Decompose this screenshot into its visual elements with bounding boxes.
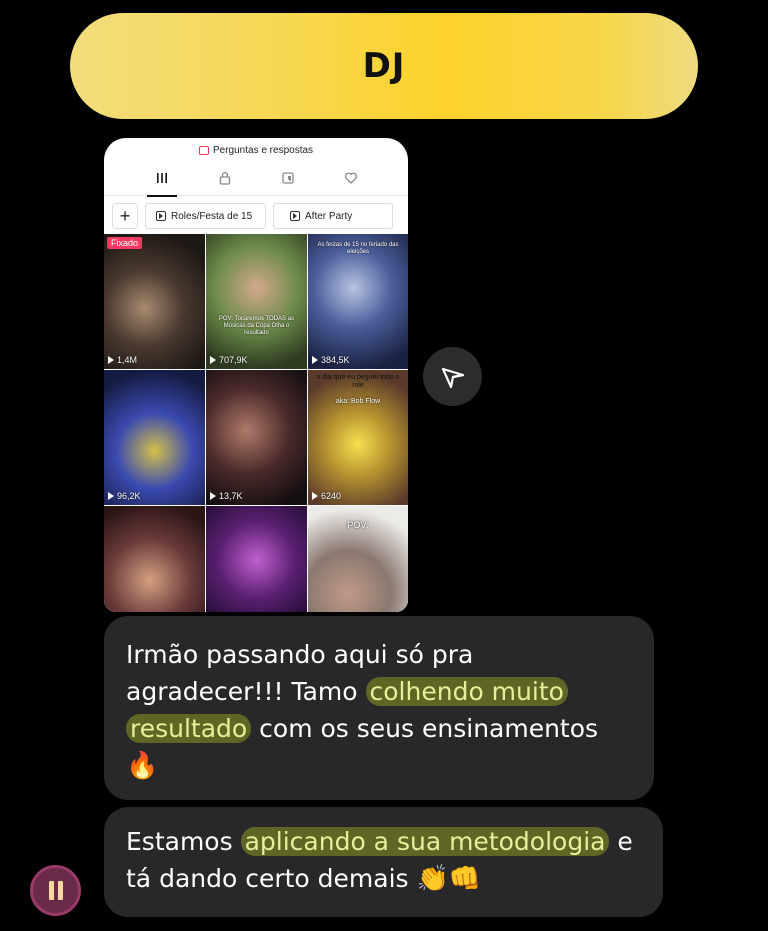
message-bubble[interactable]: Estamos aplicando a sua metodologia e tá… [104,807,663,917]
video-tile[interactable]: POV: Tocaremos TODAS as Músicas da Copa … [206,234,307,369]
playlist-row: + Roles/Festa de 15 After Party [104,196,408,236]
video-tile[interactable]: Fixado 1,4M [104,234,205,369]
video-tile[interactable]: 13,7K [206,370,307,505]
liked-heart-icon [344,172,357,184]
video-tile[interactable] [104,506,205,612]
tab-saved[interactable] [263,160,313,196]
highlighted-text: aplicando a sua metodologia [240,827,610,856]
play-icon [210,356,216,364]
grid-icon [156,172,167,183]
qa-label: Perguntas e respostas [212,144,314,156]
view-count: 1,4M [108,355,137,365]
playlist-label: Roles/Festa de 15 [171,210,253,222]
pause-icon [57,881,63,900]
message-bubble[interactable]: Irmão passando aqui só pra agradecer!!! … [104,616,654,800]
fire-emoji: 🔥 [126,751,159,781]
pause-icon [48,881,54,900]
view-count: 6240 [312,491,341,501]
highlighted-text: colhendo muito [365,677,568,706]
title-text: DJ [362,46,406,86]
profile-tabs [104,160,408,197]
view-count: 96,2K [108,491,141,501]
play-icon [312,356,318,364]
video-caption: As festas de 15 no feriado das eleições [317,242,399,255]
tab-liked[interactable] [326,160,376,196]
video-caption: POV: Tocaremos TODAS as Músicas da Copa … [218,316,295,336]
view-count: 707,9K [210,355,248,365]
play-icon [210,492,216,500]
video-caption: o dia que eu peguei todo o role [316,374,400,389]
play-icon [312,492,318,500]
pause-button[interactable] [30,865,81,916]
playlist-label: After Party [305,210,353,222]
qa-icon [198,145,209,155]
view-count: 384,5K [312,355,350,365]
add-playlist-button[interactable]: + [112,203,138,229]
view-count: 13,7K [210,491,243,501]
qa-row[interactable]: Perguntas e respostas [104,140,408,160]
video-tile[interactable] [206,506,307,612]
tab-private[interactable] [200,160,250,196]
playlist-chip[interactable]: After Party [273,203,393,229]
message-text: com os seus ensinamentos [251,714,599,743]
play-icon [108,492,114,500]
tab-videos[interactable] [137,160,187,197]
sticker-text: aka: Bob Flow [335,398,381,405]
playlist-icon [156,211,166,221]
video-caption: POV: [347,520,369,530]
clap-fist-emoji: 👏👊 [416,864,482,894]
play-icon [108,356,114,364]
profile-screenshot[interactable]: Perguntas e respostas + Roles/Festa de 1… [104,138,408,612]
title-banner: DJ [70,13,698,119]
video-tile[interactable]: o dia que eu peguei todo o role aka: Bob… [308,370,408,505]
playlist-icon [290,211,300,221]
playlist-chip[interactable]: Roles/Festa de 15 [145,203,266,229]
send-icon [441,367,464,388]
message-text: Estamos [126,827,241,856]
video-tile[interactable]: As festas de 15 no feriado das eleições … [308,234,408,369]
share-button[interactable] [423,347,482,406]
video-tile[interactable]: POV: [308,506,408,612]
bookmark-icon [281,171,294,184]
video-tile[interactable]: 96,2K [104,370,205,505]
pinned-badge: Fixado [107,237,143,249]
lock-icon [219,171,230,185]
video-grid: Fixado 1,4M POV: Tocaremos TODAS as Músi… [104,234,408,612]
highlighted-text: resultado [126,714,252,743]
